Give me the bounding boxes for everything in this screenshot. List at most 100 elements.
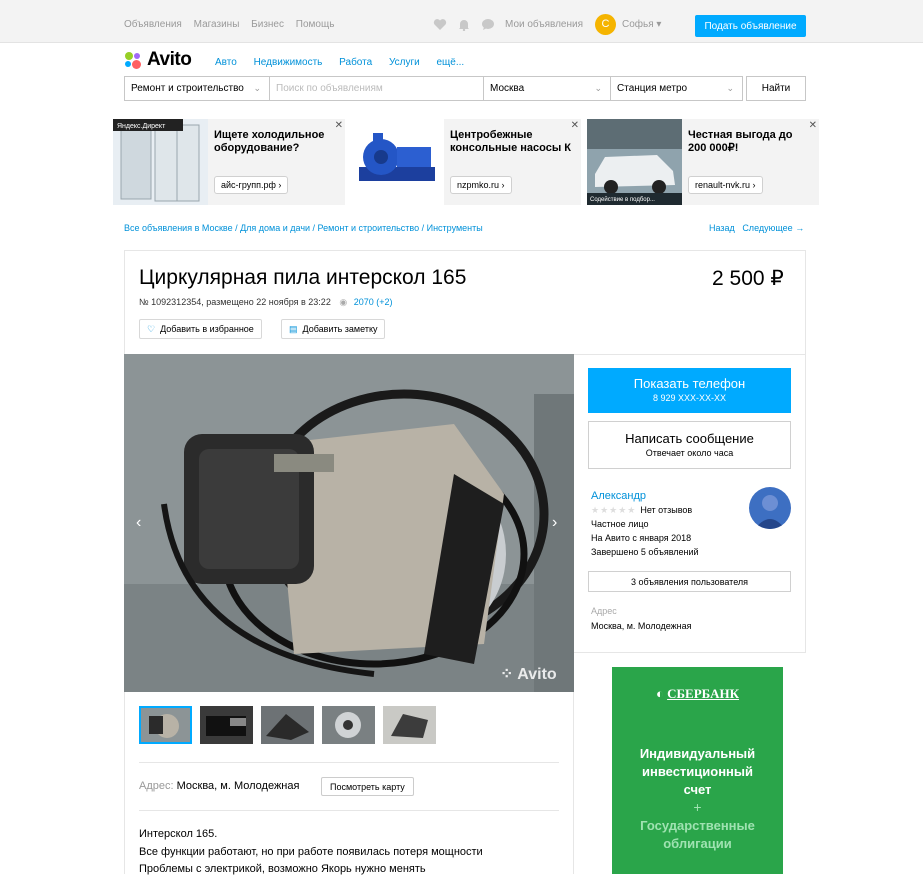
- close-icon[interactable]: ✕: [571, 120, 579, 131]
- top-bar: Объявления Магазины Бизнес Помощь Мои об…: [0, 0, 923, 43]
- ad-caption: Содействие в подбор...: [590, 196, 655, 203]
- seller-reviews[interactable]: Нет отзывов: [640, 505, 692, 515]
- prev-photo-arrow-icon[interactable]: ‹: [136, 514, 141, 532]
- city-select-value: Москва: [490, 83, 525, 94]
- bell-icon[interactable]: [457, 18, 471, 31]
- heart-outline-icon: ♡: [147, 323, 156, 334]
- sberbank-logo-icon: ◐: [655, 686, 664, 701]
- close-icon[interactable]: ✕: [335, 120, 343, 131]
- next-link[interactable]: Следующее →: [742, 223, 804, 233]
- show-phone-button[interactable]: Показать телефон 8 929 XXX-XX-XX: [588, 368, 791, 413]
- cat-jobs[interactable]: Работа: [339, 57, 372, 68]
- user-menu[interactable]: Софья ▾: [622, 19, 661, 30]
- response-time: Отвечает около часа: [645, 448, 734, 458]
- logo-dots-icon: [124, 51, 144, 69]
- avito-logo[interactable]: Avito: [124, 49, 192, 71]
- listing-meta: № 1092312354, размещено 22 ноября в 23:2…: [139, 297, 393, 308]
- seller-since: На Авито с января 2018: [591, 533, 692, 543]
- seller-address-label: Адрес: [591, 606, 617, 616]
- top-link-ads[interactable]: Объявления: [124, 19, 182, 30]
- search-input[interactable]: Поиск по объявлениям: [269, 76, 484, 101]
- ad-card[interactable]: Центробежные консольные насосы К nzpmko.…: [349, 119, 581, 205]
- my-ads-link[interactable]: Мои объявления: [505, 19, 583, 30]
- address-label: Адрес:: [139, 780, 174, 792]
- next-photo-arrow-icon[interactable]: ›: [552, 514, 557, 532]
- post-ad-button[interactable]: Подать объявление: [695, 15, 806, 37]
- page-title: Циркулярная пила интерскол 165: [139, 266, 467, 289]
- add-favorite-label: Добавить в избранное: [160, 324, 254, 334]
- view-map-button[interactable]: Посмотреть карту: [321, 777, 414, 796]
- banner-line: Государственные: [640, 818, 755, 833]
- seller-ads-button[interactable]: 3 объявления пользователя: [588, 571, 791, 592]
- ad-domain[interactable]: nzpmko.ru ›: [450, 176, 512, 194]
- cat-auto[interactable]: Авто: [215, 57, 237, 68]
- search-button-label: Найти: [761, 83, 791, 94]
- logo-text: Avito: [147, 49, 192, 70]
- show-phone-label: Показать телефон: [633, 376, 746, 391]
- category-nav: Авто Недвижимость Работа Услуги ещё...: [215, 57, 478, 68]
- main-photo[interactable]: ‹ › ⁘ Avito: [124, 354, 574, 692]
- ad-badge: Яндекс.Директ: [117, 123, 166, 130]
- cat-more[interactable]: ещё...: [437, 57, 465, 68]
- ad-domain[interactable]: айс-групп.рф ›: [214, 176, 289, 194]
- listing-address: Адрес: Москва, м. Молодежная: [139, 780, 299, 792]
- cat-realty[interactable]: Недвижимость: [254, 57, 323, 68]
- banner-plus: +: [693, 799, 702, 815]
- rating-stars-icon: ★★★★★: [591, 505, 637, 515]
- top-link-business[interactable]: Бизнес: [251, 19, 284, 30]
- phone-masked: 8 929 XXX-XX-XX: [652, 393, 727, 403]
- ad-domain[interactable]: renault-nvk.ru ›: [688, 176, 763, 194]
- ad-title: Центробежные консольные насосы К: [450, 129, 571, 154]
- top-user-area: Мои объявления С Софья ▾: [433, 13, 661, 35]
- sberbank-banner[interactable]: ◐ СБЕРБАНК Индивидуальный инвестиционный…: [612, 667, 783, 874]
- seller-info: Александр ★★★★★ Нет отзывов Частное лицо …: [591, 489, 699, 559]
- metro-select-value: Станция метро: [617, 83, 688, 94]
- price: 2 500 ₽: [712, 267, 784, 290]
- top-links: Объявления Магазины Бизнес Помощь: [124, 19, 343, 30]
- write-message-button[interactable]: Написать сообщение Отвечает около часа: [588, 421, 791, 469]
- divider: [139, 810, 559, 811]
- description-line: Интерскол 165.: [139, 828, 218, 840]
- seller-address: Адрес Москва, м. Молодежная: [591, 604, 692, 634]
- chevron-down-icon: ⌄: [726, 83, 734, 93]
- search-button[interactable]: Найти: [746, 76, 806, 101]
- listing-id-date: № 1092312354, размещено 22 ноября в 23:2…: [139, 297, 331, 307]
- back-link[interactable]: Назад: [709, 223, 735, 233]
- sberbank-logo: ◐ СБЕРБАНК: [612, 686, 783, 702]
- heart-icon[interactable]: [433, 18, 447, 31]
- user-avatar[interactable]: С: [595, 13, 616, 35]
- divider: [139, 762, 559, 763]
- search-bar: Ремонт и строительство ⌄ Поиск по объявл…: [124, 76, 806, 101]
- seller-address-value: Москва, м. Молодежная: [591, 621, 692, 631]
- banner-line: счет: [683, 782, 712, 797]
- ad-card[interactable]: Содействие в подбор... Честная выгода до…: [587, 119, 819, 205]
- description-line: Проблемы с электрикой, возможно Якорь ну…: [139, 863, 426, 875]
- seller-avatar[interactable]: [749, 487, 791, 529]
- top-link-shops[interactable]: Магазины: [194, 19, 240, 30]
- city-select[interactable]: Москва ⌄: [483, 76, 611, 101]
- chat-icon[interactable]: [481, 18, 495, 31]
- breadcrumb[interactable]: Все объявления в Москве / Для дома и дач…: [124, 223, 483, 233]
- sberbank-brand: СБЕРБАНК: [667, 686, 740, 701]
- banner-line: инвестиционный: [641, 764, 754, 779]
- category-select-value: Ремонт и строительство: [131, 83, 244, 94]
- address-value: Москва, м. Молодежная: [176, 780, 300, 792]
- add-note-button[interactable]: ▤ Добавить заметку: [281, 319, 386, 339]
- add-note-label: Добавить заметку: [302, 324, 378, 334]
- ad-card[interactable]: Яндекс.Директ Ищете холодильное оборудов…: [113, 119, 345, 205]
- description-line: Все функции работают, но при работе появ…: [139, 845, 483, 858]
- seller-name[interactable]: Александр: [591, 489, 699, 503]
- close-icon[interactable]: ✕: [809, 120, 817, 131]
- chevron-down-icon: ⌄: [594, 83, 602, 93]
- cat-services[interactable]: Услуги: [389, 57, 420, 68]
- description: Интерскол 165. Все функции работают, но …: [139, 826, 483, 879]
- seller-type: Частное лицо: [591, 519, 649, 529]
- seller-completed: Завершено 5 объявлений: [591, 547, 699, 557]
- metro-select[interactable]: Станция метро ⌄: [610, 76, 743, 101]
- watermark: ⁘ Avito: [500, 664, 557, 684]
- watermark-dots-icon: ⁘: [500, 666, 514, 683]
- add-favorite-button[interactable]: ♡ Добавить в избранное: [139, 319, 262, 339]
- category-select[interactable]: Ремонт и строительство ⌄: [124, 76, 270, 101]
- top-link-help[interactable]: Помощь: [296, 19, 335, 30]
- views-count[interactable]: 2070 (+2): [354, 297, 393, 307]
